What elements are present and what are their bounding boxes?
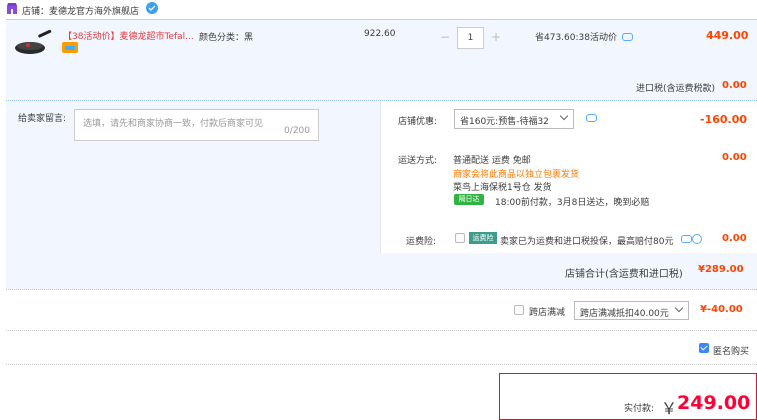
payment-label: 实付款: bbox=[624, 404, 655, 414]
product-title-link[interactable]: 【38活动价】麦德龙超市Tefal... bbox=[63, 29, 194, 42]
cross-store-checkbox[interactable] bbox=[514, 305, 524, 315]
cross-store-selected: 跨店满减抵扣40.00元 bbox=[580, 309, 669, 319]
divider bbox=[6, 364, 757, 365]
unit-price: 922.60 bbox=[364, 29, 396, 39]
shop-coupon-select[interactable]: 省160元:预售-待福32 bbox=[454, 109, 574, 129]
anonymous-label: 匿名购买 bbox=[713, 347, 750, 357]
insurance-checkbox[interactable] bbox=[455, 233, 465, 243]
message-char-count: 0/200 bbox=[284, 126, 310, 136]
increase-button[interactable]: + bbox=[486, 27, 506, 49]
promo-tag-icon bbox=[62, 42, 78, 53]
insurance-badge: 运费险 bbox=[469, 232, 497, 244]
import-tax-value: 0.00 bbox=[722, 80, 747, 91]
saving-note: 省473.60:38活动价 bbox=[535, 33, 617, 43]
delivery-eta: 18:00前付款，3月8日送达，晚到必赔 bbox=[495, 198, 650, 208]
next-day-badge: 隔日达 bbox=[454, 194, 484, 205]
cross-store-label: 跨店满减 bbox=[529, 308, 566, 318]
message-label: 给卖家留言: bbox=[18, 114, 67, 124]
shipping-method: 普通配送 运费 免邮 bbox=[453, 156, 531, 166]
payment-amount: 249.00 bbox=[677, 392, 751, 414]
shipping-label: 运送方式: bbox=[398, 156, 438, 166]
shop-coupon-selected: 省160元:预售-待福32 bbox=[460, 117, 549, 127]
payment-summary: 实付款: ￥ 249.00 bbox=[499, 373, 757, 420]
shop-total-value: ¥289.00 bbox=[698, 264, 744, 275]
message-placeholder: 选填，请先和商家协商一致，付款后商家可见 bbox=[83, 119, 264, 129]
help-icon[interactable] bbox=[692, 234, 702, 244]
cross-store-select[interactable]: 跨店满减抵扣40.00元 bbox=[574, 301, 689, 320]
store-icon bbox=[7, 3, 17, 14]
insurance-value: 0.00 bbox=[722, 233, 747, 244]
shipping-value: 0.00 bbox=[722, 152, 747, 163]
shop-coupon-value: -160.00 bbox=[700, 113, 748, 126]
anonymous-checkbox[interactable] bbox=[699, 343, 709, 353]
shop-header: 店铺：麦德龙官方海外旗舰店 bbox=[0, 0, 757, 20]
item-subtotal: 449.00 bbox=[706, 29, 749, 42]
currency-symbol: ￥ bbox=[661, 399, 678, 418]
insurance-label: 运费险: bbox=[406, 237, 437, 247]
verified-badge-icon bbox=[146, 2, 158, 14]
shop-coupon-label: 店铺优惠: bbox=[398, 117, 438, 127]
shipping-warehouse: 菜鸟上海保税1号仓 发货 bbox=[453, 183, 552, 193]
shop-name-link[interactable]: 店铺：麦德龙官方海外旗舰店 bbox=[22, 4, 139, 17]
chat-icon[interactable] bbox=[622, 33, 633, 41]
decrease-button[interactable]: − bbox=[435, 27, 455, 49]
quantity-stepper: − 1 + bbox=[435, 27, 507, 49]
insurance-text: 卖家已为运费和进口税投保，最高赔付80元 bbox=[500, 237, 674, 247]
shipping-note: 商家会将此商品以独立包裹发货 bbox=[453, 170, 580, 180]
product-sku: 颜色分类：黑 bbox=[199, 33, 254, 43]
divider bbox=[6, 330, 757, 331]
import-tax-label: 进口税(含运费税款) bbox=[636, 84, 716, 94]
product-thumbnail[interactable] bbox=[12, 26, 54, 62]
coupon-info-icon[interactable] bbox=[586, 114, 597, 122]
cross-store-value: ¥-40.00 bbox=[700, 304, 743, 315]
seller-message-textarea[interactable]: 选填，请先和商家协商一致，付款后商家可见 0/200 bbox=[74, 109, 319, 141]
chevron-down-icon bbox=[559, 111, 569, 121]
quantity-input[interactable]: 1 bbox=[457, 27, 484, 49]
shop-total-label: 店铺合计(含运费和进口税) bbox=[565, 269, 683, 280]
insurance-chat-icon[interactable] bbox=[681, 235, 692, 243]
chevron-down-icon bbox=[674, 303, 684, 313]
